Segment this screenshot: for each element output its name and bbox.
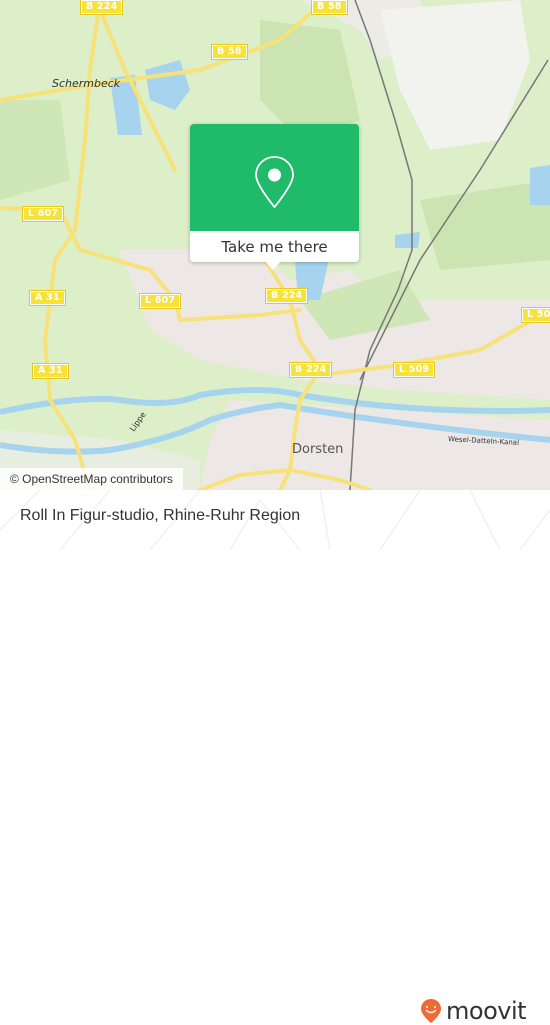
road-shield-b58: B 58 [311,0,348,15]
footer: Roll In Figur-studio, Rhine-Ruhr Region … [0,490,550,1024]
road-shield-l509: L 509 [392,362,436,378]
road-shield-a31: A 31 [29,290,66,306]
location-popup: Take me there [190,124,359,270]
road-shield-l509: L 509 [520,307,550,323]
moovit-logo[interactable]: moovit [420,997,527,1025]
popup-header [190,124,359,231]
lake [530,165,550,205]
map-pin-icon [255,156,294,209]
location-title: Roll In Figur-studio, Rhine-Ruhr Region [20,507,301,524]
forest-area [260,20,360,140]
place-label-dorsten: Dorsten [292,442,344,457]
forest-area [0,100,70,200]
popup-pointer [265,261,281,270]
lake [395,232,420,248]
road-shield-b58: B 58 [211,44,248,60]
road-shield-b224: B 224 [79,0,124,15]
osm-attribution[interactable]: © OpenStreetMap contributors [0,468,183,490]
open-area [380,0,530,150]
place-label-schermbeck: Schermbeck [52,77,121,90]
road-shield-b224: B 224 [264,288,309,304]
road-shield-a31: A 31 [32,363,69,379]
road-shield-l607: L 607 [138,293,182,309]
road-shield-b224: B 224 [288,362,333,378]
moovit-wordmark: moovit [446,997,527,1025]
take-me-there-button[interactable]: Take me there [190,231,359,262]
road-shield-l607: L 607 [21,206,65,222]
map[interactable]: B 224 B 58 B 58 L 607 L 607 A 31 A 31 B … [0,0,550,490]
lake [145,60,190,110]
moovit-pin-icon [421,999,441,1023]
